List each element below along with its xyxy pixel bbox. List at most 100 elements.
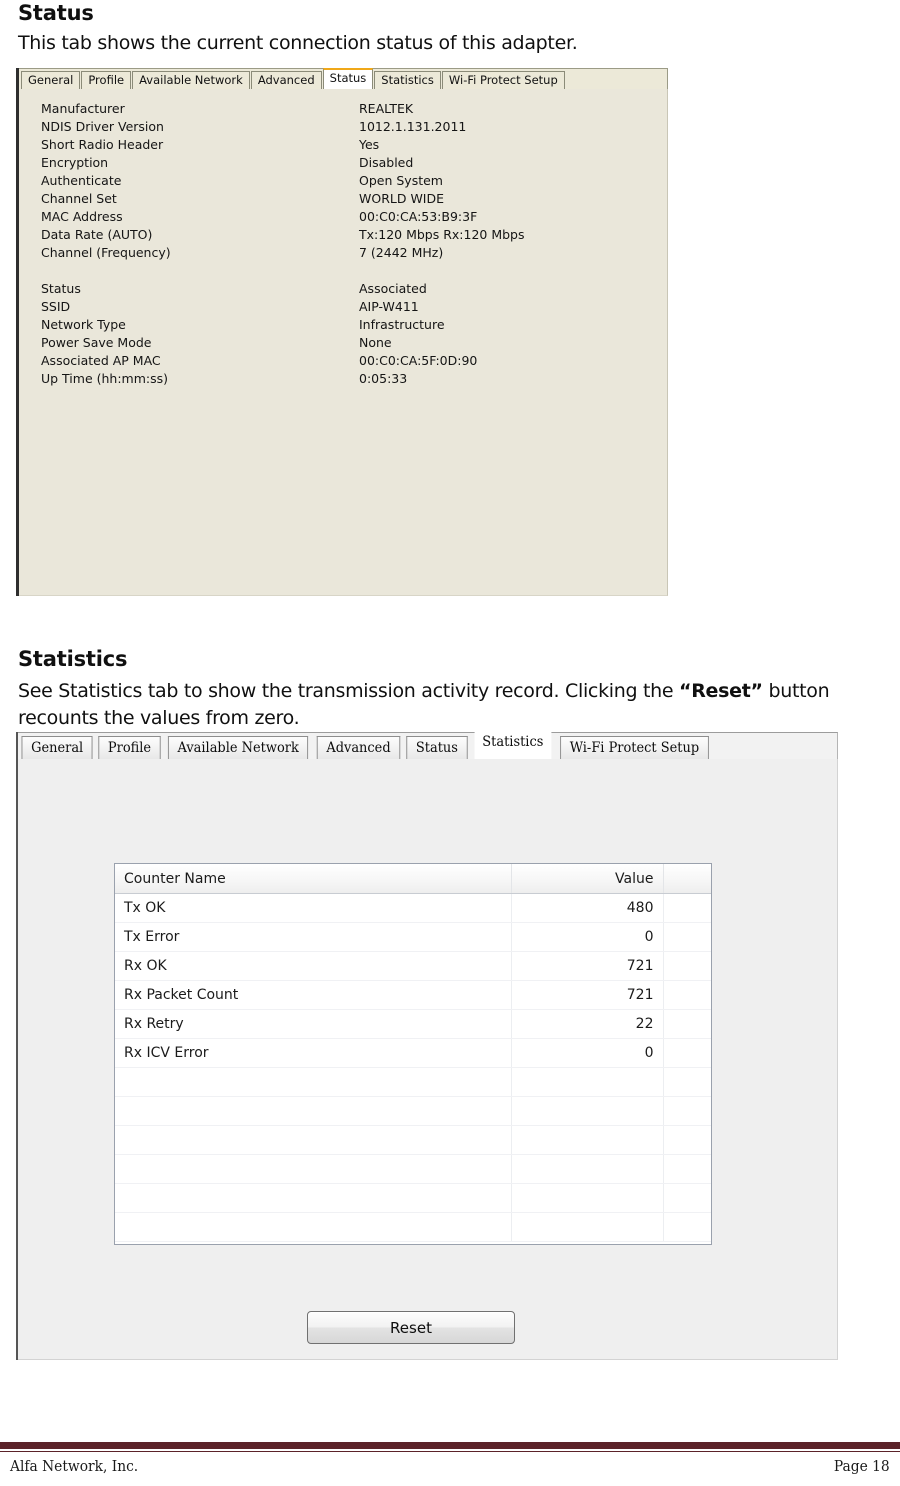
cell-value: 0	[511, 1038, 664, 1068]
cell-counter-name: Rx OK	[115, 951, 512, 981]
status-field-value: WORLD WIDE	[359, 191, 445, 206]
status-field-value: Tx:120 Mbps Rx:120 Mbps	[359, 227, 525, 242]
tab-advanced[interactable]: Advanced	[250, 71, 322, 90]
footer-page-number: Page 18	[834, 1457, 890, 1475]
cell-counter-name: Tx OK	[115, 893, 512, 923]
cell-counter-name	[115, 1096, 512, 1126]
status-field-row: Encryption Disabled	[41, 154, 641, 172]
table-row[interactable]: Tx Error 0	[115, 922, 711, 952]
statistics-description-emphasis: “Reset”	[679, 680, 763, 702]
tab-available-network[interactable]: Available Network	[168, 736, 309, 761]
tab-profile[interactable]: Profile	[98, 736, 161, 761]
status-field-label: Authenticate	[41, 173, 122, 188]
column-header-counter-name[interactable]: Counter Name	[115, 864, 512, 894]
status-field-label: Associated AP MAC	[41, 353, 161, 368]
cell-value	[511, 1183, 664, 1213]
table-row[interactable]: Tx OK 480	[115, 893, 711, 923]
table-row[interactable]: Rx ICV Error 0	[115, 1038, 711, 1068]
status-field-label: Up Time (hh:mm:ss)	[41, 371, 169, 386]
page-title-status: Status	[18, 1, 94, 25]
status-field-label: SSID	[41, 299, 71, 314]
status-field-value: 00:C0:CA:53:B9:3F	[359, 209, 478, 224]
status-panel: Manufacturer REALTEK NDIS Driver Version…	[19, 89, 668, 596]
cell-counter-name	[115, 1212, 512, 1242]
status-field-row: Short Radio Header Yes	[41, 136, 641, 154]
footer-company: Alfa Network, Inc.	[10, 1457, 139, 1475]
status-field-label: Power Save Mode	[41, 335, 152, 350]
status-field-value: Associated	[359, 281, 427, 296]
status-field-value: AIP-W411	[359, 299, 419, 314]
cell-spacer	[663, 951, 711, 981]
statistics-tab-screenshot: General Profile Available Network Advanc…	[16, 732, 838, 1360]
reset-button[interactable]: Reset	[307, 1311, 515, 1344]
tab-status[interactable]: Status	[405, 736, 468, 761]
cell-value: 721	[511, 951, 664, 981]
table-row-empty[interactable]	[115, 1125, 711, 1155]
cell-spacer	[663, 1212, 711, 1242]
cell-value	[511, 1125, 664, 1155]
cell-spacer	[663, 1096, 711, 1126]
status-field-row: Associated AP MAC 00:C0:CA:5F:0D:90	[41, 352, 641, 370]
status-field-row: Authenticate Open System	[41, 172, 641, 190]
status-field-row: Channel Set WORLD WIDE	[41, 190, 641, 208]
cell-value	[511, 1067, 664, 1097]
footer-rule-thick	[0, 1442, 900, 1449]
status-field-value: Yes	[359, 137, 380, 152]
cell-counter-name: Tx Error	[115, 922, 512, 952]
tab-general[interactable]: General	[21, 71, 81, 90]
status-field-label: Channel (Frequency)	[41, 245, 171, 260]
counter-table: Counter Name Value Tx OK 480 Tx Error 0	[114, 863, 712, 1245]
status-field-value: Infrastructure	[359, 317, 445, 332]
cell-counter-name	[115, 1067, 512, 1097]
status-description: This tab shows the current connection st…	[18, 32, 578, 54]
status-field-row: Channel (Frequency) 7 (2442 MHz)	[41, 244, 641, 262]
status-field-row: Network Type Infrastructure	[41, 316, 641, 334]
status-field-label: Channel Set	[41, 191, 117, 206]
status-tab-screenshot: General Profile Available Network Advanc…	[16, 68, 668, 596]
cell-counter-name	[115, 1183, 512, 1213]
table-row[interactable]: Rx Retry 22	[115, 1009, 711, 1039]
table-row-empty[interactable]	[115, 1096, 711, 1126]
tab-status[interactable]: Status	[322, 68, 374, 89]
table-row-empty[interactable]	[115, 1067, 711, 1097]
tab-wifi-protect-setup[interactable]: Wi-Fi Protect Setup	[441, 71, 565, 90]
tab-available-network[interactable]: Available Network	[132, 71, 250, 90]
cell-spacer	[663, 1183, 711, 1213]
status-field-row: Up Time (hh:mm:ss) 0:05:33	[41, 370, 641, 388]
status-field-label: Data Rate (AUTO)	[41, 227, 153, 242]
status-field-label: Short Radio Header	[41, 137, 164, 152]
cell-value: 721	[511, 980, 664, 1010]
statistics-description-part-1: See Statistics tab to show the transmiss…	[18, 680, 680, 702]
status-field-row: Manufacturer REALTEK	[41, 100, 641, 118]
table-row[interactable]: Rx Packet Count 721	[115, 980, 711, 1010]
tab-wifi-protect-setup[interactable]: Wi-Fi Protect Setup	[560, 736, 709, 761]
status-field-row: MAC Address 00:C0:CA:53:B9:3F	[41, 208, 641, 226]
tabstrip-filler	[714, 733, 837, 760]
status-field-label: Network Type	[41, 317, 126, 332]
tab-advanced[interactable]: Advanced	[316, 736, 400, 761]
tab-general[interactable]: General	[21, 736, 93, 761]
status-field-row: NDIS Driver Version 1012.1.131.2011	[41, 118, 641, 136]
column-header-value[interactable]: Value	[511, 864, 664, 894]
status-field-value: 7 (2442 MHz)	[359, 245, 444, 260]
cell-value	[511, 1154, 664, 1184]
cell-value	[511, 1096, 664, 1126]
tab-statistics[interactable]: Statistics	[474, 732, 552, 759]
status-field-value: Open System	[359, 173, 443, 188]
statistics-panel: Counter Name Value Tx OK 480 Tx Error 0	[18, 759, 838, 1360]
cell-spacer	[663, 1125, 711, 1155]
table-row-empty[interactable]	[115, 1183, 711, 1213]
tab-statistics[interactable]: Statistics	[374, 71, 441, 90]
status-field-list: Manufacturer REALTEK NDIS Driver Version…	[41, 100, 641, 388]
table-row[interactable]: Rx OK 721	[115, 951, 711, 981]
statistics-tabstrip: General Profile Available Network Advanc…	[18, 732, 838, 761]
table-row-empty[interactable]	[115, 1154, 711, 1184]
tabstrip-filler	[565, 69, 667, 90]
cell-spacer	[663, 1009, 711, 1039]
cell-spacer	[663, 1038, 711, 1068]
table-header-row: Counter Name Value	[115, 864, 711, 894]
cell-value: 22	[511, 1009, 664, 1039]
tab-profile[interactable]: Profile	[81, 71, 132, 90]
status-field-label: Status	[41, 281, 81, 296]
table-row-empty[interactable]	[115, 1212, 711, 1242]
